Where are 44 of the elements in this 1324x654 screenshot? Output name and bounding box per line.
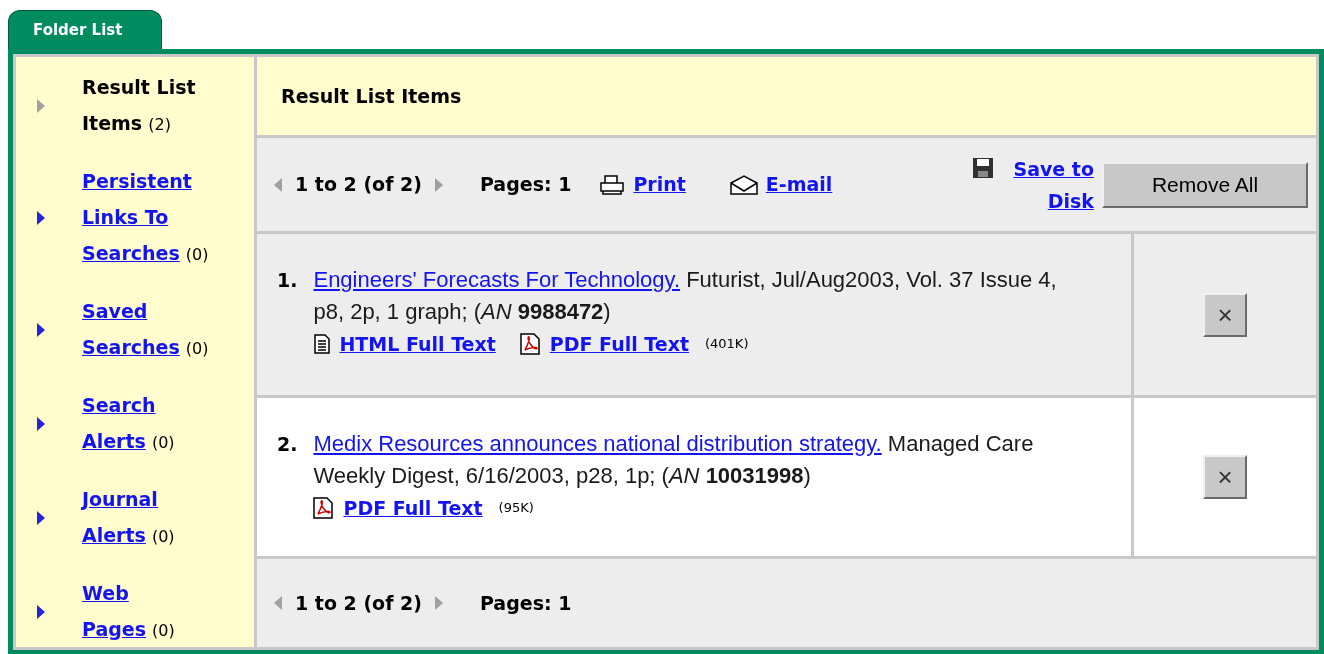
remove-all-button[interactable]: Remove All — [1102, 161, 1308, 208]
remove-button[interactable]: × — [1203, 455, 1247, 499]
save-to-disk-link[interactable]: Save to Disk — [998, 152, 1094, 217]
article-title-link[interactable]: Engineers' Forecasts For Technology. — [313, 267, 681, 292]
arrow-icon — [36, 322, 46, 338]
remove-button[interactable]: × — [1203, 292, 1247, 337]
result-citation: Medix Resources announces national distribution strategy. Managed Care Weekly Digest, 6/16/2003, p28, 1p; (AN 10031998) — [313, 430, 1035, 490]
next-page-icon — [433, 176, 444, 193]
pdf-icon — [313, 497, 336, 519]
arrow-icon — [36, 98, 46, 114]
page-count: Pages: 1 — [479, 590, 572, 616]
document-icon — [313, 334, 332, 354]
arrow-icon — [36, 604, 46, 620]
result-number: 2. — [277, 432, 298, 457]
file-size: (401K) — [704, 335, 749, 353]
sidebar-item[interactable]: Journal Alerts (0) — [82, 481, 222, 555]
result-citation: Engineers' Forecasts For Technology. Futurist, Jul/Aug2003, Vol. 37 Issue 4, p8, 2p, 1 graph; (AN 9988472) — [313, 266, 1058, 326]
next-page-icon — [433, 595, 444, 611]
sidebar-item[interactable]: Search Alerts (0) — [82, 387, 222, 461]
arrow-icon — [36, 416, 46, 432]
result-number: 1. — [277, 268, 298, 293]
pdf-icon — [519, 333, 542, 355]
sidebar-item[interactable]: Web Pages (0) — [82, 575, 222, 649]
full-text-link[interactable]: HTML Full Text — [339, 328, 496, 360]
file-size: (95K) — [498, 499, 534, 517]
full-text-link[interactable]: PDF Full Text — [343, 492, 483, 524]
email-link[interactable]: E-mail — [765, 170, 833, 199]
sidebar-item[interactable]: Result List Items (2) — [82, 69, 222, 143]
page-count: Pages: 1 — [479, 172, 572, 198]
sidebar-item[interactable]: Saved Searches (0) — [82, 293, 222, 367]
envelope-icon — [729, 174, 758, 195]
arrow-icon — [36, 210, 46, 226]
previous-page-icon — [273, 176, 283, 193]
result-range: 1 to 2 (of 2) — [295, 590, 422, 616]
section-title: Result List Items — [281, 83, 462, 109]
sidebar-item[interactable]: Persistent Links To Searches (0) — [82, 163, 222, 273]
print-link[interactable]: Print — [633, 170, 686, 199]
article-title-link[interactable]: Medix Resources announces national distribution strategy. — [313, 431, 882, 456]
printer-icon — [599, 174, 626, 195]
folder-list-tab[interactable]: Folder List — [8, 10, 162, 49]
result-range: 1 to 2 (of 2) — [295, 172, 422, 198]
arrow-icon — [36, 510, 46, 526]
full-text-link[interactable]: PDF Full Text — [549, 328, 689, 360]
previous-page-icon — [273, 595, 283, 611]
